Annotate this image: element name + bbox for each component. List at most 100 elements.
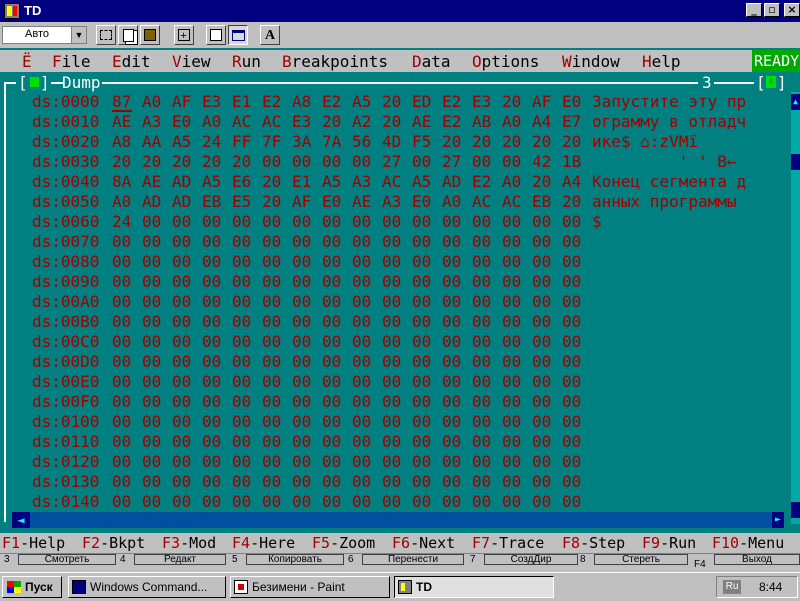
dump-byte[interactable]: 20 xyxy=(142,152,161,171)
dump-byte[interactable]: 20 xyxy=(232,152,251,171)
dump-byte[interactable]: 00 xyxy=(562,412,581,431)
dump-byte[interactable]: AC xyxy=(232,112,251,131)
task-paint[interactable]: Безимени - Paint xyxy=(230,576,390,598)
dump-byte[interactable]: 00 xyxy=(502,272,521,291)
dump-byte[interactable]: 00 xyxy=(562,272,581,291)
dump-byte[interactable]: 00 xyxy=(142,432,161,451)
dump-byte[interactable]: 00 xyxy=(112,372,131,391)
dump-byte[interactable]: 1B xyxy=(562,152,581,171)
dump-byte[interactable]: E0 xyxy=(322,192,341,211)
dump-byte[interactable]: 20 xyxy=(562,132,581,151)
dump-byte[interactable]: 00 xyxy=(562,332,581,351)
dump-byte[interactable]: 00 xyxy=(142,292,161,311)
dump-byte[interactable]: AA xyxy=(142,132,161,151)
dump-byte[interactable]: 00 xyxy=(532,252,551,271)
dump-byte[interactable]: 00 xyxy=(502,412,521,431)
copy-button[interactable] xyxy=(118,25,138,45)
vertical-scroll-thumb[interactable] xyxy=(791,154,800,170)
dump-byte[interactable]: 00 xyxy=(322,452,341,471)
dump-byte[interactable]: 00 xyxy=(352,252,371,271)
dump-byte[interactable]: 00 xyxy=(292,312,311,331)
dump-byte[interactable]: 00 xyxy=(262,252,281,271)
dump-byte[interactable]: 20 xyxy=(322,112,341,131)
dump-byte[interactable]: 00 xyxy=(322,272,341,291)
dump-byte[interactable]: 20 xyxy=(502,132,521,151)
dump-byte[interactable]: 00 xyxy=(292,412,311,431)
dump-byte[interactable]: 00 xyxy=(412,432,431,451)
dump-byte[interactable]: 00 xyxy=(442,212,461,231)
dump-byte[interactable]: 00 xyxy=(172,272,191,291)
dump-byte[interactable]: E0 xyxy=(412,192,431,211)
dump-byte[interactable]: 00 xyxy=(352,352,371,371)
dump-byte[interactable]: 00 xyxy=(112,272,131,291)
dump-byte[interactable]: 20 xyxy=(472,132,491,151)
scroll-left-arrow-icon[interactable]: ◄ xyxy=(12,512,30,528)
dump-byte[interactable]: 00 xyxy=(412,232,431,251)
dump-byte[interactable]: 00 xyxy=(322,372,341,391)
dump-byte[interactable]: 00 xyxy=(502,372,521,391)
dump-byte[interactable]: 00 xyxy=(232,492,251,511)
window-title-bar[interactable]: TD _ ▫ × xyxy=(0,0,800,22)
dump-byte[interactable]: 00 xyxy=(202,452,221,471)
dump-byte[interactable]: 00 xyxy=(172,332,191,351)
dump-byte[interactable]: 00 xyxy=(412,212,431,231)
dump-byte[interactable]: E1 xyxy=(232,92,251,111)
dump-byte[interactable]: 00 xyxy=(232,212,251,231)
dump-byte[interactable]: 00 xyxy=(532,492,551,511)
dump-byte[interactable]: 00 xyxy=(532,332,551,351)
dump-byte[interactable]: FF xyxy=(232,132,251,151)
dump-byte[interactable]: 00 xyxy=(472,392,491,411)
dump-byte[interactable]: E5 xyxy=(232,192,251,211)
dump-byte[interactable]: 00 xyxy=(442,232,461,251)
dump-byte[interactable]: 00 xyxy=(442,272,461,291)
fkey-bkpt[interactable]: F2-Bkpt xyxy=(82,534,145,552)
mark-button[interactable] xyxy=(96,25,116,45)
dump-byte[interactable]: 00 xyxy=(562,432,581,451)
dump-byte[interactable]: 00 xyxy=(232,432,251,451)
dump-byte[interactable]: 00 xyxy=(352,492,371,511)
dump-byte[interactable]: A0 xyxy=(142,92,161,111)
dump-byte[interactable]: AC xyxy=(502,192,521,211)
dump-byte[interactable]: 00 xyxy=(352,312,371,331)
dump-byte[interactable]: 20 xyxy=(262,172,281,191)
dump-byte[interactable]: 20 xyxy=(382,112,401,131)
dump-byte[interactable]: 00 xyxy=(142,492,161,511)
dump-byte[interactable]: 00 xyxy=(172,432,191,451)
dump-byte[interactable]: 00 xyxy=(292,492,311,511)
dump-byte[interactable]: 3A xyxy=(292,132,311,151)
dump-byte[interactable]: 00 xyxy=(472,212,491,231)
dump-byte[interactable]: 00 xyxy=(562,312,581,331)
dump-byte[interactable]: 00 xyxy=(172,352,191,371)
dump-byte[interactable]: 00 xyxy=(172,212,191,231)
dump-byte[interactable]: 00 xyxy=(502,392,521,411)
dump-byte[interactable]: 00 xyxy=(202,472,221,491)
dump-byte[interactable]: 00 xyxy=(412,332,431,351)
dump-byte[interactable]: 00 xyxy=(472,232,491,251)
dump-byte[interactable]: 00 xyxy=(322,332,341,351)
dump-byte[interactable]: 00 xyxy=(382,492,401,511)
dump-byte[interactable]: 00 xyxy=(532,372,551,391)
dump-byte[interactable]: 00 xyxy=(562,492,581,511)
dump-byte[interactable]: 24 xyxy=(112,212,131,231)
bg-key-edit[interactable]: Редакт xyxy=(134,554,226,565)
dump-byte[interactable]: 00 xyxy=(562,252,581,271)
dump-byte[interactable]: 00 xyxy=(472,312,491,331)
dump-byte[interactable]: ED xyxy=(412,92,431,111)
dump-byte[interactable]: 00 xyxy=(202,412,221,431)
dump-byte[interactable]: 20 xyxy=(382,92,401,111)
dump-byte[interactable]: 00 xyxy=(202,432,221,451)
dump-byte[interactable]: A8 xyxy=(112,132,131,151)
dump-byte[interactable]: 00 xyxy=(502,492,521,511)
dump-byte[interactable]: 00 xyxy=(112,332,131,351)
dump-byte[interactable]: A0 xyxy=(202,112,221,131)
dump-byte[interactable]: 00 xyxy=(442,332,461,351)
dump-byte[interactable]: 00 xyxy=(472,452,491,471)
dump-byte[interactable]: A5 xyxy=(172,132,191,151)
dump-byte[interactable]: 00 xyxy=(322,432,341,451)
dump-byte[interactable]: 00 xyxy=(232,252,251,271)
dump-byte[interactable]: 00 xyxy=(262,212,281,231)
dump-byte[interactable]: 20 xyxy=(502,92,521,111)
dump-byte[interactable]: 00 xyxy=(472,432,491,451)
dump-byte[interactable]: 00 xyxy=(232,372,251,391)
dump-byte[interactable]: 00 xyxy=(232,312,251,331)
